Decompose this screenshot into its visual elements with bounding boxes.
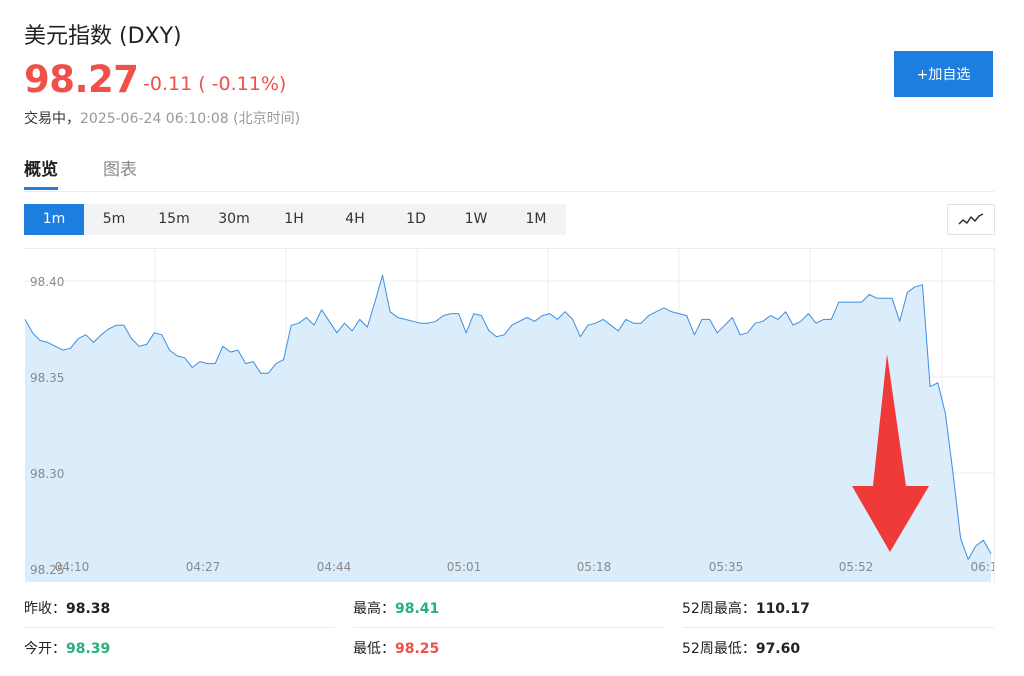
period-15m[interactable]: 15m — [144, 204, 204, 235]
divider — [353, 627, 664, 628]
stat-value: 110.17 — [755, 601, 810, 617]
stats-row-1: 昨收：98.38 最高：98.41 52周最高：110.17 — [24, 598, 994, 636]
x-tick-label: 05:18 — [577, 560, 612, 574]
stat-label: 52周最高： — [682, 601, 756, 617]
price-area — [25, 275, 991, 582]
trading-state: 交易中， — [24, 111, 80, 127]
period-5m[interactable]: 5m — [84, 204, 144, 235]
add-to-watchlist-button[interactable]: +加自选 — [894, 51, 993, 97]
stat-value: 97.60 — [755, 641, 801, 657]
line-chart-icon — [958, 213, 984, 225]
current-price: 98.27 — [24, 58, 139, 101]
tabs-divider — [24, 191, 994, 192]
chart-type-button[interactable] — [947, 204, 995, 235]
stat-value: 98.39 — [66, 641, 111, 657]
period-1d[interactable]: 1D — [386, 204, 446, 235]
tab-chart[interactable]: 图表 — [103, 155, 137, 180]
tab-overview[interactable]: 概览 — [24, 155, 58, 180]
stat-high: 最高：98.41 — [353, 598, 439, 618]
price-chart: 98.40 98.35 98.30 98.25 04:10 04:27 04:44 05:01… — [24, 248, 997, 582]
period-selector: 1m 5m 15m 30m 1H 4H 1D 1W 1M — [24, 204, 566, 235]
x-tick-label: 06:1 — [971, 560, 994, 574]
divider — [24, 627, 335, 628]
stat-label: 52周最低： — [682, 641, 756, 657]
timestamp: 2025-06-24 06:10:08 (北京时间) — [80, 111, 301, 127]
price-chart-svg: 98.4098.3598.3098.2504:10 04:27 04:44 05:01… — [24, 249, 997, 582]
stat-value: 98.25 — [395, 641, 440, 657]
stat-label: 昨收： — [24, 601, 66, 617]
x-tick-label: 04:27 — [186, 560, 221, 574]
stat-low: 最低：98.25 — [353, 638, 439, 658]
y-tick-label: 98.40 — [30, 275, 64, 289]
stat-value: 98.38 — [66, 601, 111, 617]
period-1w[interactable]: 1W — [446, 204, 506, 235]
stat-label: 今开： — [24, 641, 66, 657]
period-1mo[interactable]: 1M — [506, 204, 566, 235]
x-tick-label: 05:35 — [709, 560, 744, 574]
x-tick-label: 04:10 — [55, 560, 90, 574]
x-tick-label: 05:01 — [447, 560, 482, 574]
price-change: -0.11 ( -0.11%) — [143, 73, 287, 95]
stat-label: 最低： — [353, 641, 395, 657]
active-tab-indicator — [24, 187, 58, 190]
stat-52w-high: 52周最高：110.17 — [682, 598, 810, 618]
period-1h[interactable]: 1H — [264, 204, 324, 235]
page-title: 美元指数 (DXY) — [24, 24, 182, 49]
stat-value: 98.41 — [395, 601, 440, 617]
stat-prev-close: 昨收：98.38 — [24, 598, 110, 618]
x-tick-label: 05:52 — [839, 560, 874, 574]
stat-label: 最高： — [353, 601, 395, 617]
period-4h[interactable]: 4H — [324, 204, 386, 235]
stat-open: 今开：98.39 — [24, 638, 110, 658]
y-tick-label: 98.35 — [30, 371, 64, 385]
period-1m[interactable]: 1m — [24, 204, 84, 235]
stat-52w-low: 52周最低：97.60 — [682, 638, 800, 658]
x-tick-label: 04:44 — [317, 560, 352, 574]
divider — [682, 627, 994, 628]
stats-row-2: 今开：98.39 最低：98.25 52周最低：97.60 — [24, 638, 994, 676]
period-30m[interactable]: 30m — [204, 204, 264, 235]
y-tick-label: 98.30 — [30, 467, 64, 481]
trading-status: 交易中，2025-06-24 06:10:08 (北京时间) — [24, 108, 300, 128]
